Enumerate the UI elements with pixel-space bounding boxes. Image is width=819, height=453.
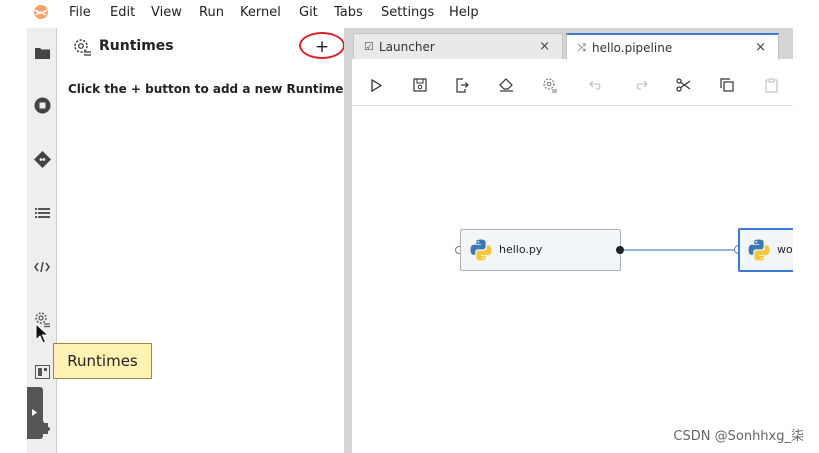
menu-help[interactable]: Help (449, 5, 479, 20)
jupyter-logo-icon[interactable] (33, 4, 49, 20)
node-label: hello.py (499, 243, 543, 256)
stop-circle-icon[interactable] (27, 94, 57, 116)
redo-icon[interactable] (629, 74, 651, 96)
undo-icon[interactable] (585, 74, 607, 96)
pipeline-node[interactable]: hello.py (460, 229, 621, 271)
tab-launcher[interactable]: ☑ Launcher × (353, 33, 563, 59)
code-snippets-icon[interactable] (27, 256, 57, 278)
python-icon (748, 239, 770, 261)
copy-icon[interactable] (716, 74, 738, 96)
pipeline-icon: ⤨ (577, 41, 586, 54)
folder-icon[interactable] (27, 41, 57, 63)
runtimes-icon (74, 39, 91, 56)
panel-header: Runtimes + (57, 28, 345, 64)
node-link[interactable] (620, 249, 736, 251)
clear-icon[interactable] (495, 74, 517, 96)
menu-git[interactable]: Git (299, 5, 318, 20)
menu-edit[interactable]: Edit (110, 5, 135, 20)
table-of-contents-icon[interactable] (27, 202, 57, 224)
pipeline-toolbar (352, 64, 793, 106)
menu-file[interactable]: File (69, 5, 91, 20)
launcher-icon: ☑ (364, 40, 374, 53)
menu-view[interactable]: View (151, 5, 182, 20)
tab-bar: ☑ Launcher × ⤨ hello.pipeline × (352, 28, 793, 60)
menu-tabs[interactable]: Tabs (334, 5, 363, 20)
empty-state-hint: Click the + button to add a new Runtime (68, 82, 344, 96)
tab-label: Launcher (379, 40, 435, 54)
paste-icon[interactable] (760, 74, 782, 96)
collapse-sidebar-handle[interactable] (27, 387, 43, 439)
output-port[interactable] (616, 246, 624, 254)
cut-icon[interactable] (672, 74, 694, 96)
save-icon[interactable] (409, 74, 431, 96)
runtimes-settings-icon[interactable] (539, 74, 561, 96)
runtimes-panel: Runtimes + Click the + button to add a n… (57, 28, 345, 453)
tab-hello-pipeline[interactable]: ⤨ hello.pipeline × (566, 33, 779, 60)
run-pipeline-icon[interactable] (365, 74, 387, 96)
menu-settings[interactable]: Settings (381, 5, 434, 20)
menu-run[interactable]: Run (199, 5, 224, 20)
runtimes-tooltip: Runtimes (53, 343, 152, 379)
export-icon[interactable] (451, 74, 473, 96)
pipeline-canvas[interactable]: hello.py wo (352, 106, 793, 453)
pipeline-node-selected[interactable]: wo (738, 228, 793, 272)
highlight-circle (299, 32, 345, 59)
tab-label: hello.pipeline (592, 41, 673, 55)
main-area: ☑ Launcher × ⤨ hello.pipeline × hello.py… (352, 28, 793, 453)
node-label: wo (777, 243, 793, 256)
watermark: CSDN @Sonhhxg_柒 (673, 429, 804, 444)
python-icon (470, 239, 492, 261)
mouse-cursor-icon (35, 323, 49, 344)
menu-bar: File Edit View Run Kernel Git Tabs Setti… (0, 0, 819, 28)
close-icon[interactable]: × (539, 39, 550, 54)
panel-title: Runtimes (99, 38, 174, 54)
menu-kernel[interactable]: Kernel (240, 5, 281, 20)
close-icon[interactable]: × (755, 40, 766, 55)
panel-splitter[interactable] (344, 28, 352, 453)
git-icon[interactable] (27, 148, 57, 170)
